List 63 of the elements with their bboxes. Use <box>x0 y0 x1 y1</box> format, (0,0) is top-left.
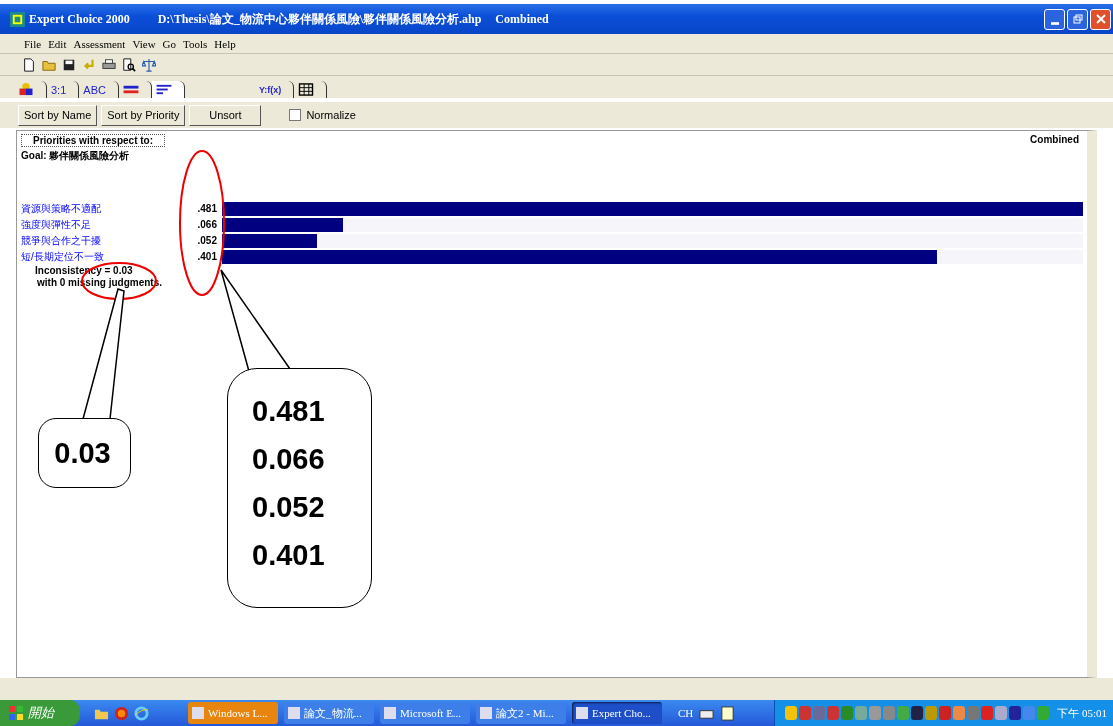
close-button[interactable] <box>1090 8 1111 30</box>
combined-label: Combined <box>1030 134 1079 147</box>
menu-item[interactable]: Assessment <box>73 37 126 50</box>
save-icon[interactable] <box>62 57 76 72</box>
criterion-name[interactable]: 資源與策略不適配 <box>21 201 181 216</box>
print-preview-icon[interactable] <box>122 57 136 72</box>
menu-item[interactable]: File <box>24 37 42 50</box>
help-icon[interactable] <box>720 705 736 721</box>
criterion-name[interactable]: 競爭與合作之干擾 <box>21 233 181 248</box>
criterion-name[interactable]: 強度與彈性不足 <box>21 217 181 232</box>
goal-label: Goal: 夥伴關係風險分析 <box>21 149 131 163</box>
globe-icon[interactable] <box>114 705 129 721</box>
criterion-name[interactable]: 短/長期定位不一致 <box>21 249 181 264</box>
language-indicator[interactable]: CH <box>678 707 694 719</box>
callout-value: 0.066 <box>252 442 326 477</box>
grid-icon <box>298 83 315 96</box>
menu-item[interactable]: Edit <box>48 37 67 50</box>
priority-value: .401 <box>196 251 218 262</box>
menu-item[interactable]: Go <box>162 37 177 50</box>
callout-bubble: 0.03 <box>38 418 131 488</box>
printer-icon[interactable] <box>102 57 116 72</box>
view-tab[interactable]: Y:f(x) <box>254 81 295 98</box>
priority-value: .481 <box>196 203 218 214</box>
view-tab[interactable]: ABC <box>79 81 119 98</box>
window-title: Expert Choice 2000 <box>29 11 130 27</box>
close-icon <box>1095 14 1106 24</box>
callout-value: 0.052 <box>252 490 326 525</box>
file-path: D:\Thesis\論文_物流中心夥伴關係風險\夥伴關係風險分析.ahp <box>157 10 482 28</box>
callout-value: 0.481 <box>252 394 326 429</box>
view-tab[interactable]: 3:1 <box>47 81 80 98</box>
sort-button[interactable]: Sort by Name <box>18 104 98 126</box>
view-mode: Combined <box>495 11 549 27</box>
checkbox-label: Normalize <box>306 109 356 121</box>
view-tab[interactable] <box>151 81 185 98</box>
minimize-icon <box>1050 21 1059 25</box>
priority-value: .066 <box>196 219 218 230</box>
menu-item[interactable]: View <box>132 37 156 50</box>
menu-item[interactable]: Tools <box>183 37 208 50</box>
shapes-icon <box>18 83 34 96</box>
priorities-caption: Priorities with respect to: <box>21 134 165 147</box>
balance-scale-icon[interactable] <box>142 57 156 72</box>
taskbar-button[interactable]: Microsoft E... <box>380 702 470 724</box>
sort-button[interactable]: Sort by Priority <box>101 104 186 126</box>
menu-item[interactable]: Help <box>214 37 236 50</box>
priority-value: .052 <box>196 235 218 246</box>
browser-e-icon[interactable] <box>134 705 149 721</box>
clock: 下午 05:01 <box>1057 705 1107 721</box>
minimize-button[interactable] <box>1044 8 1065 30</box>
sort-bars-icon <box>155 83 172 96</box>
start-button[interactable]: 開始 <box>0 700 80 726</box>
equal-bars-icon <box>122 83 139 96</box>
new-file-icon[interactable] <box>22 57 36 72</box>
restore-button[interactable] <box>1067 8 1088 30</box>
restore-icon <box>1072 14 1083 24</box>
taskbar-button[interactable]: 論文2 - Mi... <box>476 702 566 724</box>
tray-icons-drawing[interactable] <box>785 705 1052 721</box>
normalize-checkbox[interactable] <box>289 109 302 121</box>
callout-value: 0.401 <box>252 538 326 573</box>
app-icon <box>10 11 25 27</box>
windows-flag-icon <box>8 705 24 721</box>
sort-button[interactable]: Unsort <box>189 104 262 126</box>
taskbar-button[interactable]: Expert Cho... <box>572 702 662 724</box>
taskbar-button[interactable]: 論文_物流... <box>284 702 374 724</box>
